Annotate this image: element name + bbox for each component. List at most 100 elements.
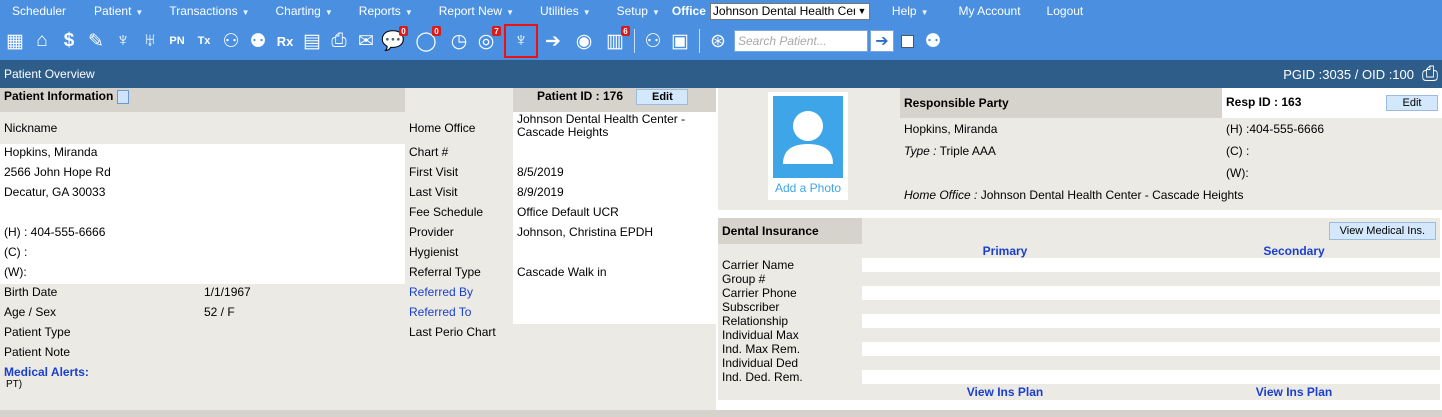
pgid-oid-label: PGID :3035 / OID :100 ⎙ <box>1283 63 1438 86</box>
patient-photo[interactable]: Add a Photo <box>768 92 848 200</box>
patient-type-value <box>200 324 405 344</box>
search-go-button[interactable]: ➔ <box>870 30 894 52</box>
primary-individual-ded <box>862 356 1148 370</box>
patient-information-table: Patient Information Patient ID : 176 Edi… <box>0 88 716 410</box>
arrow-right-icon: ➔ <box>875 33 889 50</box>
menu-transactions[interactable]: Transactions ▼ <box>163 4 255 18</box>
add-family-icon[interactable]: ⚉ <box>245 28 271 54</box>
patient-information-panel: Patient Information Patient ID : 176 Edi… <box>0 88 716 410</box>
hygienist-value <box>513 244 716 264</box>
print-document-icon[interactable]: ⎙ <box>326 28 352 54</box>
menu-reports-label: Reports <box>358 4 401 18</box>
notes-icon[interactable]: ▥ 6 <box>602 26 630 54</box>
world-users-icon[interactable]: ◎ 7 <box>473 26 501 54</box>
patient-note-value <box>200 344 716 364</box>
secondary-carrier-phone <box>1148 286 1440 300</box>
secondary-carrier-name <box>1148 258 1440 272</box>
pgid-oid-text: PGID :3035 / OID :100 <box>1283 66 1414 82</box>
arrow-export-icon[interactable]: ➔ <box>540 28 566 54</box>
group-settings-icon[interactable]: ⚉ <box>920 28 946 54</box>
office-select[interactable]: Johnson Dental Health Cen ▼ <box>709 2 870 20</box>
edit-list-icon[interactable]: ✎ <box>83 28 109 54</box>
home-office-label: Home Office <box>405 112 513 144</box>
first-visit-label: First Visit <box>405 164 513 184</box>
tx-plan-icon[interactable]: Tx <box>191 28 217 54</box>
responsible-name: Hopkins, Miranda <box>904 122 998 136</box>
insurance-header-blank <box>862 218 1148 244</box>
chevron-circle-icon[interactable]: ⊛ <box>705 28 731 54</box>
chat-icon[interactable]: ◯ 0 <box>413 26 441 54</box>
message-icon[interactable]: 💬 0 <box>380 26 408 54</box>
responsible-edit-button[interactable]: Edit <box>1386 95 1438 111</box>
last-perio-label: Last Perio Chart <box>405 324 513 344</box>
tooth-chart-icon[interactable]: ♅ <box>137 28 163 54</box>
menu-scheduler[interactable]: Scheduler <box>0 4 72 18</box>
add-user-icon[interactable]: ⚇ <box>218 28 244 54</box>
chevron-down-icon: ▼ <box>582 8 591 17</box>
top-menu-bar: Scheduler Patient ▼ Transactions ▼ Chartin… <box>0 0 1442 22</box>
last-perio-value <box>513 324 716 344</box>
chevron-down-icon: ▼ <box>135 8 144 17</box>
view-medical-ins-button[interactable]: View Medical Ins. <box>1328 222 1436 240</box>
fee-schedule-label: Fee Schedule <box>405 204 513 224</box>
primary-subscriber <box>862 300 1148 314</box>
menu-logout[interactable]: Logout <box>1041 4 1090 18</box>
mail-icon[interactable]: ✉ <box>353 28 379 54</box>
referred-by-link[interactable]: Referred By <box>405 284 513 304</box>
referred-to-value <box>513 304 716 324</box>
menu-help[interactable]: Help ▼ <box>886 4 935 18</box>
menu-charting[interactable]: Charting ▼ <box>270 4 339 18</box>
office-label: Office <box>671 4 706 18</box>
add-photo-link[interactable]: Add a Photo <box>775 181 841 195</box>
clock-icon[interactable]: ◷ <box>446 28 472 54</box>
ind-ded-rem-label: Ind. Ded. Rem. <box>718 370 862 384</box>
home-office-value: Johnson Dental Health Center - Cascade H… <box>517 112 686 139</box>
menu-utilities-label: Utilities <box>540 4 579 18</box>
home-icon[interactable]: ⌂ <box>29 28 55 54</box>
group-number-label: Group # <box>718 272 862 286</box>
medical-alerts-value: PT) <box>6 379 23 390</box>
computer-icon[interactable]: ▣ <box>667 28 693 54</box>
calendar-grid-icon[interactable]: ▦ <box>2 28 28 54</box>
users-icon[interactable]: ⚇ <box>640 28 666 54</box>
menu-my-account[interactable]: My Account <box>953 4 1027 18</box>
primary-view-ins-plan-link[interactable]: View Ins Plan <box>862 384 1148 400</box>
patient-info-header: Patient Information <box>0 88 405 112</box>
menu-reports[interactable]: Reports ▼ <box>353 4 419 18</box>
chart-value <box>513 144 716 164</box>
globe-icon[interactable]: ◉ <box>571 28 597 54</box>
menu-utilities[interactable]: Utilities ▼ <box>534 4 597 18</box>
pn-note-icon[interactable]: PN <box>164 28 190 54</box>
patient-edit-button[interactable]: Edit <box>636 89 689 105</box>
tooth-highlighted-icon[interactable]: ♆ <box>504 24 538 58</box>
printer-icon[interactable]: ⎙ <box>1422 63 1438 86</box>
patient-id-label: Patient ID : 176 <box>537 89 624 103</box>
primary-carrier-name <box>862 258 1148 272</box>
secondary-relationship <box>1148 314 1440 328</box>
toolbar-checkbox[interactable] <box>901 34 914 48</box>
insurance-col-blank <box>718 244 862 258</box>
chevron-down-icon: ▼ <box>506 8 515 17</box>
menu-charting-label: Charting <box>275 4 321 18</box>
menu-patient[interactable]: Patient ▼ <box>88 4 149 18</box>
chevron-down-icon: ▼ <box>920 8 929 17</box>
search-patient-input[interactable]: Search Patient... <box>734 30 868 52</box>
primary-carrier-phone <box>862 286 1148 300</box>
medical-alerts-link[interactable]: Medical Alerts: <box>4 365 196 379</box>
tooth-icon[interactable]: ♆ <box>110 28 136 54</box>
menu-report-new[interactable]: Report New ▼ <box>433 4 520 18</box>
dollar-icon[interactable]: $ <box>56 28 82 54</box>
secondary-view-ins-plan-link[interactable]: View Ins Plan <box>1148 384 1440 400</box>
document-icon[interactable] <box>117 89 130 104</box>
secondary-column-title: Secondary <box>1148 244 1440 258</box>
primary-ind-ded-rem <box>862 370 1148 384</box>
menu-setup[interactable]: Setup ▼ <box>611 4 666 18</box>
responsible-party-table: Responsible Party Resp ID : 163 Edit Hopk… <box>900 88 1442 206</box>
subscriber-label: Subscriber <box>718 300 862 314</box>
chat-count-badge: 0 <box>432 26 441 36</box>
responsible-home-office-label: Home Office : <box>904 188 978 202</box>
prescription-icon[interactable]: Rx <box>272 28 298 54</box>
clipboard-icon[interactable]: ▤ <box>299 28 325 54</box>
referred-to-link[interactable]: Referred To <box>405 304 513 324</box>
provider-label: Provider <box>405 224 513 244</box>
